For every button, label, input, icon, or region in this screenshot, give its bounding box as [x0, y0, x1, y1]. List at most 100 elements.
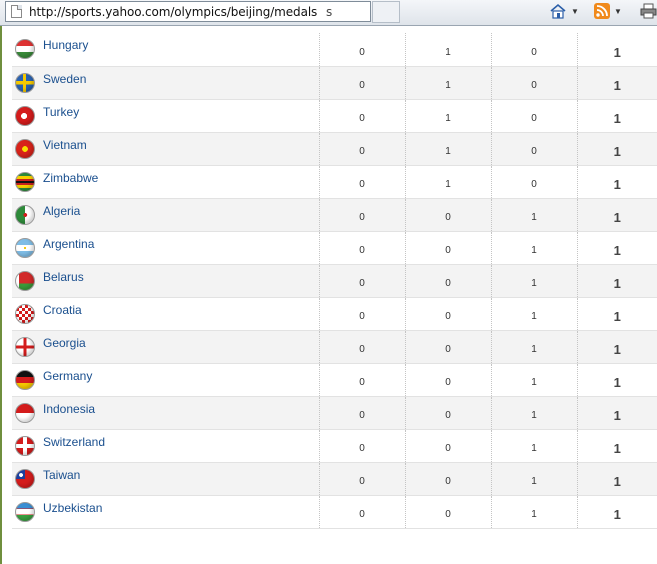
table-row: Indonesia 0 0 1 1 [12, 396, 657, 430]
page-icon [11, 5, 22, 18]
total-count: 1 [613, 342, 621, 357]
country-cell: Sweden [12, 66, 319, 100]
gold-count: 0 [359, 410, 365, 421]
gold-count-cell: 0 [318, 264, 405, 298]
gold-count: 0 [359, 212, 365, 223]
total-count-cell: 1 [576, 264, 657, 298]
country-link[interactable]: Germany [43, 369, 92, 383]
silver-count: 1 [445, 113, 451, 124]
country-link[interactable]: Zimbabwe [43, 171, 98, 185]
country-link[interactable]: Argentina [43, 237, 94, 251]
bronze-count: 1 [531, 311, 537, 322]
silver-count: 0 [445, 377, 451, 388]
country-flag-icon [15, 237, 35, 258]
country-link[interactable]: Taiwan [43, 468, 80, 482]
country-link[interactable]: Belarus [43, 270, 84, 284]
country-flag-icon [15, 468, 35, 489]
country-wrapper: Switzerland [12, 435, 319, 456]
silver-count: 1 [445, 146, 451, 157]
bronze-count: 1 [531, 212, 537, 223]
total-count: 1 [613, 111, 621, 126]
medal-table: Hungary 0 1 0 1 Sweden 0 1 0 1 Turkey 0 1 0 1 Vietnam 0 1… [12, 33, 657, 529]
country-link[interactable]: Croatia [43, 303, 82, 317]
gold-count: 0 [359, 443, 365, 454]
country-link[interactable]: Algeria [43, 204, 80, 218]
gold-count: 0 [359, 46, 365, 58]
gold-count-cell: 0 [318, 330, 405, 364]
country-cell: Croatia [12, 297, 319, 331]
country-flag-icon [15, 171, 35, 192]
silver-count: 0 [445, 245, 451, 256]
country-cell: Zimbabwe [12, 165, 319, 199]
feeds-dropdown-arrow-icon[interactable]: ▼ [614, 7, 622, 16]
country-link[interactable]: Indonesia [43, 402, 95, 416]
new-tab-button[interactable] [372, 1, 400, 23]
silver-count-cell: 1 [404, 99, 491, 133]
country-link[interactable]: Turkey [43, 105, 79, 119]
country-cell: Georgia [12, 330, 319, 364]
gold-count: 0 [359, 146, 365, 157]
country-link[interactable]: Georgia [43, 336, 86, 350]
total-count: 1 [613, 177, 621, 192]
home-dropdown-arrow-icon[interactable]: ▼ [571, 7, 579, 16]
country-link[interactable]: Sweden [43, 72, 86, 86]
address-bar[interactable]: http://sports.yahoo.com/olympics/beijing… [5, 1, 371, 22]
medal-table-body: Hungary 0 1 0 1 Sweden 0 1 0 1 Turkey 0 1 0 1 Vietnam 0 1… [12, 33, 657, 529]
gold-count: 0 [359, 113, 365, 124]
table-row: Turkey 0 1 0 1 [12, 99, 657, 133]
country-link[interactable]: Switzerland [43, 435, 105, 449]
gold-count-cell: 0 [318, 165, 405, 199]
silver-count-cell: 0 [404, 198, 491, 232]
silver-count-cell: 0 [404, 363, 491, 397]
total-count-cell: 1 [576, 132, 657, 166]
total-count: 1 [613, 276, 621, 291]
table-row: Taiwan 0 0 1 1 [12, 462, 657, 496]
country-link[interactable]: Vietnam [43, 138, 87, 152]
url-text[interactable]: http://sports.yahoo.com/olympics/beijing… [29, 5, 332, 19]
silver-count-cell: 1 [404, 66, 491, 100]
country-flag-icon [15, 435, 35, 456]
country-wrapper: Indonesia [12, 402, 319, 423]
country-wrapper: Georgia [12, 336, 319, 357]
country-link[interactable]: Uzbekistan [43, 501, 102, 515]
country-wrapper: Argentina [12, 237, 319, 258]
country-flag-icon [15, 303, 35, 324]
silver-count: 0 [445, 311, 451, 322]
feeds-button[interactable]: ▼ [594, 2, 622, 20]
country-cell: Argentina [12, 231, 319, 265]
silver-count: 0 [445, 278, 451, 289]
country-wrapper: Vietnam [12, 138, 319, 159]
gold-count-cell: 0 [318, 231, 405, 265]
silver-count: 0 [445, 212, 451, 223]
country-wrapper: Algeria [12, 204, 319, 225]
total-count-cell: 1 [576, 231, 657, 265]
silver-count: 0 [445, 344, 451, 355]
country-flag-icon [15, 105, 35, 126]
total-count-cell: 1 [576, 198, 657, 232]
url-value: http://sports.yahoo.com/olympics/beijing… [29, 5, 318, 19]
total-count-cell: 1 [576, 396, 657, 430]
total-count: 1 [613, 309, 621, 324]
home-button[interactable]: ▼ [549, 2, 579, 20]
print-button[interactable] [640, 2, 657, 20]
url-trailing: s [325, 5, 333, 19]
bronze-count: 1 [531, 509, 537, 520]
country-flag-icon [15, 270, 35, 291]
total-count: 1 [613, 474, 621, 489]
country-cell: Algeria [12, 198, 319, 232]
gold-count-cell: 0 [318, 132, 405, 166]
table-row: Hungary 0 1 0 1 [12, 33, 657, 67]
country-link[interactable]: Hungary [43, 38, 88, 52]
country-cell: Belarus [12, 264, 319, 298]
total-count-cell: 1 [576, 99, 657, 133]
printer-icon [640, 3, 657, 19]
bronze-count-cell: 1 [490, 429, 577, 463]
gold-count-cell: 0 [318, 198, 405, 232]
bronze-count: 1 [531, 443, 537, 454]
bronze-count-cell: 0 [490, 165, 577, 199]
bronze-count-cell: 0 [490, 99, 577, 133]
gold-count-cell: 0 [318, 66, 405, 100]
country-wrapper: Turkey [12, 105, 319, 126]
total-count-cell: 1 [576, 363, 657, 397]
country-cell: Hungary [12, 33, 319, 67]
